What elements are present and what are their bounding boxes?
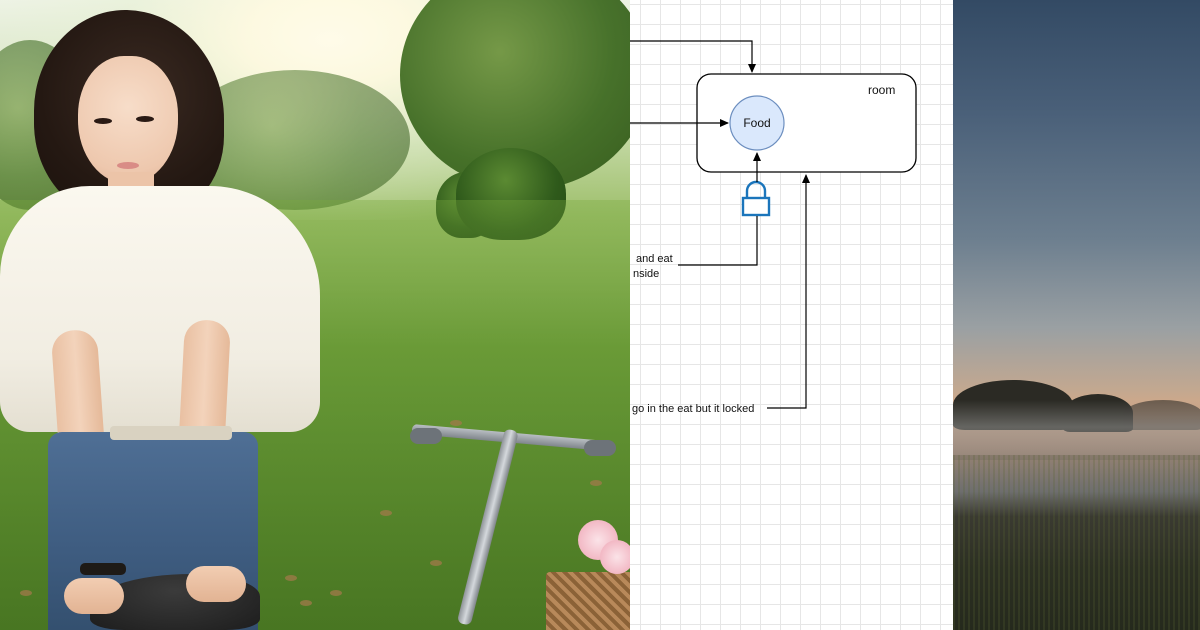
eye (94, 118, 112, 124)
food-label: Food (743, 116, 770, 130)
fallen-leaf (450, 420, 462, 426)
edge-label-eat-inside-2: nside (633, 268, 659, 280)
misty-field-photo (953, 0, 1200, 630)
edge-label-locked: go in the eat but it locked (632, 403, 754, 415)
fog (953, 400, 1200, 460)
fallen-leaf (300, 600, 312, 606)
fallen-leaf (330, 590, 342, 596)
edge-label-eat-inside-1: and eat (636, 253, 673, 265)
eye (136, 116, 154, 122)
diagram-canvas[interactable]: room Food and eat nside go in the eat bu… (630, 0, 953, 630)
edge-eat-inside[interactable] (678, 216, 758, 266)
park-photo (0, 0, 630, 630)
bicycle-basket (546, 572, 630, 630)
belt (110, 426, 232, 440)
lock-icon (741, 180, 771, 217)
room-label: room (868, 83, 895, 97)
diagram-svg: room Food and eat nside go in the eat bu… (630, 40, 917, 415)
bicycle-grip (410, 428, 442, 444)
grass-field (953, 455, 1200, 630)
lips (117, 162, 139, 169)
fallen-leaf (20, 590, 32, 596)
edge-locked-to-room[interactable] (767, 174, 810, 409)
hand-right (186, 566, 246, 602)
hand-left (64, 578, 124, 614)
edge-into-room-top[interactable] (630, 40, 756, 73)
fallen-leaf (380, 510, 392, 516)
white-tshirt (0, 186, 320, 432)
fallen-leaf (430, 560, 442, 566)
fallen-leaf (590, 480, 602, 486)
bicycle-grip (584, 440, 616, 456)
collage: room Food and eat nside go in the eat bu… (0, 0, 1200, 630)
flower (600, 540, 630, 574)
wristwatch (80, 563, 126, 575)
fallen-leaf (285, 575, 297, 581)
